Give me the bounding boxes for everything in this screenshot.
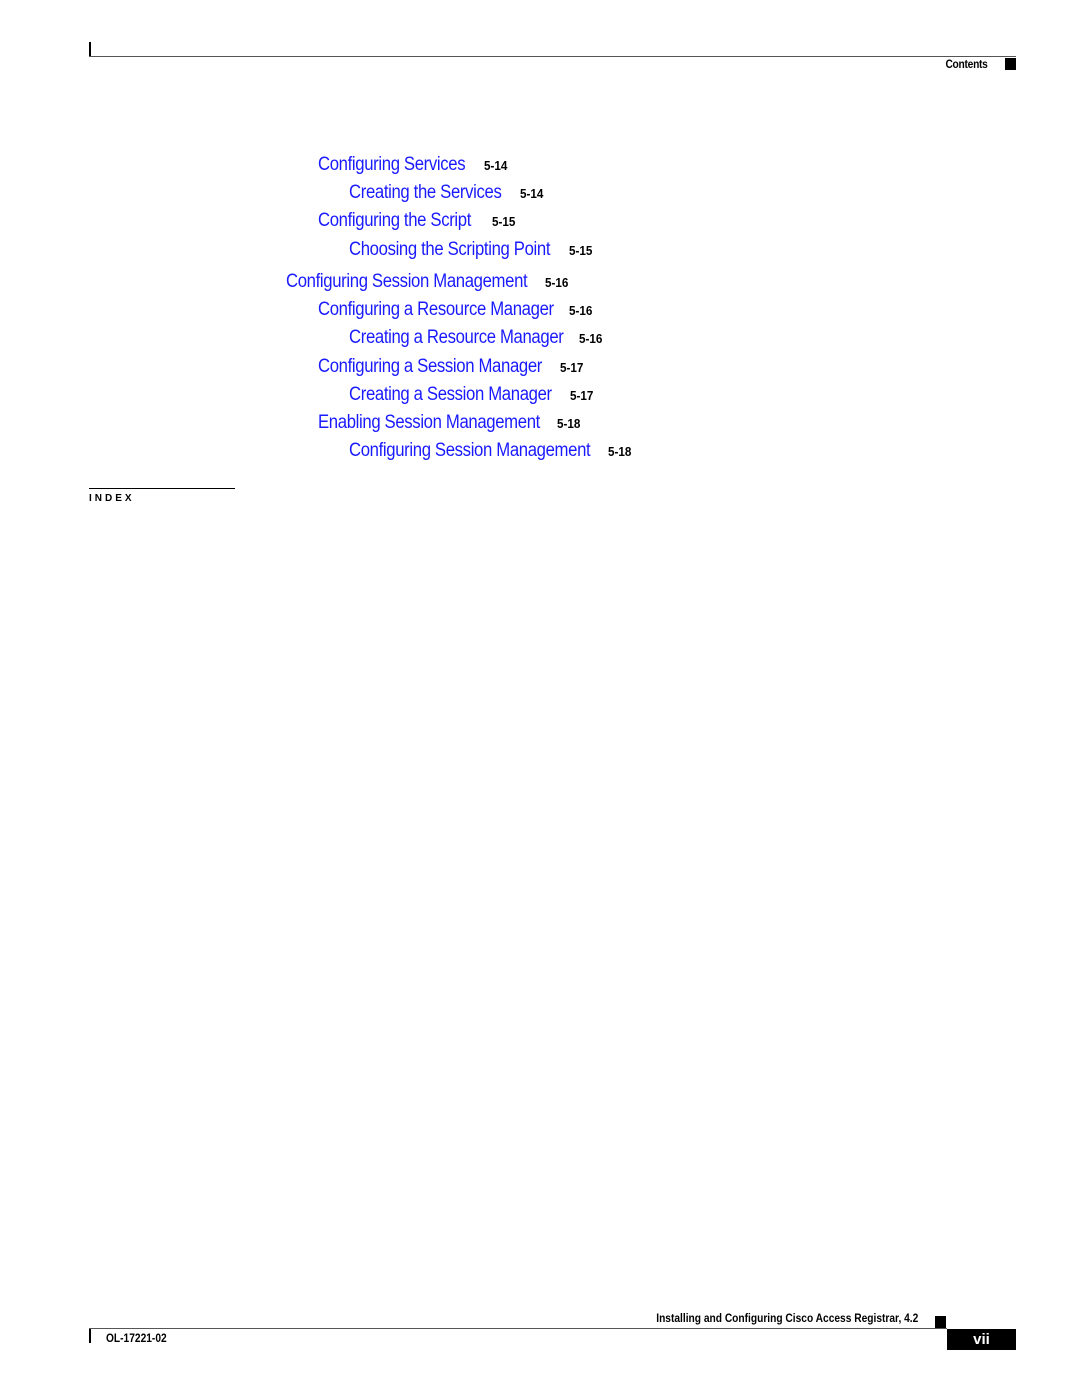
toc-entry[interactable]: Configuring the Script 5-15 xyxy=(318,210,515,232)
toc-entry-page: 5-18 xyxy=(557,416,581,431)
toc-entry[interactable]: Configuring Session Management 5-18 xyxy=(349,440,631,462)
toc-entry-title: Creating a Resource Manager xyxy=(349,327,564,348)
toc-entry-page: 5-14 xyxy=(484,158,508,173)
toc-entry-page: 5-18 xyxy=(608,444,632,459)
toc-entry[interactable]: Configuring Services 5-14 xyxy=(318,154,507,176)
footer-page-number: vii xyxy=(947,1329,1016,1350)
toc-entry-page: 5-16 xyxy=(569,303,593,318)
header-square-marker xyxy=(1005,58,1016,70)
toc-entry[interactable]: Choosing the Scripting Point 5-15 xyxy=(349,239,592,261)
index-rule xyxy=(89,488,235,489)
toc-entry-title: Enabling Session Management xyxy=(318,412,540,433)
toc-entry[interactable]: Configuring a Resource Manager 5-16 xyxy=(318,299,592,321)
toc-entry-title: Configuring a Session Manager xyxy=(318,356,543,377)
toc-entry-page: 5-16 xyxy=(545,275,569,290)
toc-entry-page: 5-15 xyxy=(569,243,593,258)
toc-entry[interactable]: Configuring Session Management 5-16 xyxy=(286,271,568,293)
header-section-label: Contents xyxy=(945,57,988,71)
toc-entry-title: Choosing the Scripting Point xyxy=(349,239,551,260)
toc-entry-title: Creating a Session Manager xyxy=(349,384,552,405)
toc-entry[interactable]: Configuring a Session Manager 5-17 xyxy=(318,356,583,378)
footer-book-title: Installing and Configuring Cisco Access … xyxy=(655,1311,918,1325)
toc-entry-title: Configuring a Resource Manager xyxy=(318,299,554,320)
toc-entry[interactable]: Creating a Session Manager 5-17 xyxy=(349,384,593,406)
toc-entry-page: 5-17 xyxy=(560,360,584,375)
header-rule xyxy=(89,56,1016,57)
toc-entry-page: 5-15 xyxy=(492,214,516,229)
toc-entry-title: Creating the Services xyxy=(349,182,502,203)
toc-entry-title: Configuring Session Management xyxy=(286,271,528,292)
footer-margin-bar xyxy=(89,1329,91,1343)
footer-doc-number: OL-17221-02 xyxy=(106,1331,167,1345)
toc-entry-title: Configuring Services xyxy=(318,154,466,175)
toc-entry[interactable]: Creating a Resource Manager 5-16 xyxy=(349,327,602,349)
toc-entry-title: Configuring the Script xyxy=(318,210,472,231)
footer-rule xyxy=(89,1328,947,1329)
toc-entry-page: 5-14 xyxy=(520,186,544,201)
toc-entry[interactable]: Enabling Session Management 5-18 xyxy=(318,412,580,434)
index-heading: INDEX xyxy=(89,493,135,504)
toc-entry[interactable]: Creating the Services 5-14 xyxy=(349,182,543,204)
header-margin-bar xyxy=(89,42,91,56)
toc-entry-title: Configuring Session Management xyxy=(349,440,591,461)
footer-square-marker xyxy=(935,1316,946,1328)
toc-entry-page: 5-17 xyxy=(570,388,594,403)
toc-entry-page: 5-16 xyxy=(579,331,603,346)
